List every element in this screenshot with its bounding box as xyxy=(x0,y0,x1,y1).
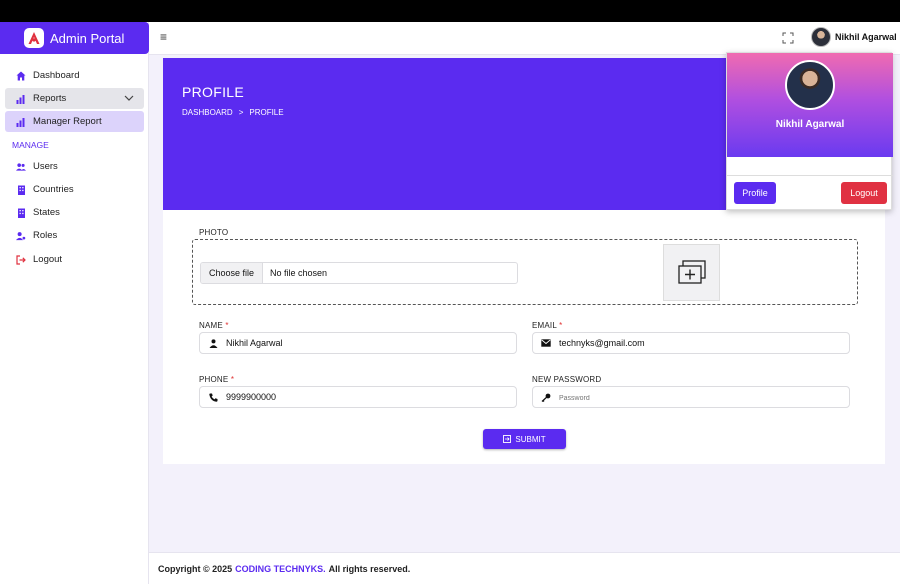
sidebar-item-label: Dashboard xyxy=(33,70,80,81)
sidebar-item-label: Countries xyxy=(33,184,74,195)
sidebar-item-users[interactable]: Users xyxy=(5,156,144,177)
breadcrumb-separator: > xyxy=(238,108,244,117)
photo-preview[interactable] xyxy=(663,244,720,301)
home-icon xyxy=(16,71,26,81)
bar-chart-icon xyxy=(16,117,26,127)
dropdown-header: Nikhil Agarwal xyxy=(727,53,893,157)
sidebar-item-label: States xyxy=(33,207,60,218)
photo-dropzone[interactable]: Choose file No file chosen xyxy=(192,239,858,305)
building-icon xyxy=(16,185,26,195)
submit-button[interactable]: SUBMIT xyxy=(483,429,566,449)
section-label-manage: MANAGE xyxy=(12,140,49,150)
sidebar-item-countries[interactable]: Countries xyxy=(5,179,144,200)
email-field[interactable]: technyks@gmail.com xyxy=(532,332,850,354)
header-username[interactable]: Nikhil Agarwal xyxy=(835,32,897,42)
new-password-label: NEW PASSWORD xyxy=(532,375,602,384)
photo-label: PHOTO xyxy=(199,228,229,237)
breadcrumb: DASHBOARD > PROFILE xyxy=(182,108,284,117)
key-icon xyxy=(533,393,559,402)
sidebar-item-label: Roles xyxy=(33,230,58,241)
sidebar-item-label: Manager Report xyxy=(33,116,102,127)
fullscreen-icon[interactable] xyxy=(782,31,794,44)
logout-button[interactable]: Logout xyxy=(841,182,887,204)
submit-label: SUBMIT xyxy=(515,434,546,444)
name-value: Nikhil Agarwal xyxy=(226,338,283,348)
user-icon xyxy=(200,338,226,348)
sidebar-item-roles[interactable]: Roles xyxy=(5,225,144,246)
password-input[interactable] xyxy=(559,395,849,402)
app-title: Admin Portal xyxy=(50,30,125,46)
name-label: NAME * xyxy=(199,321,229,330)
brand-header[interactable]: Admin Portal xyxy=(0,22,149,54)
save-icon xyxy=(503,435,512,443)
logo-icon xyxy=(24,28,44,48)
password-field[interactable] xyxy=(532,386,850,408)
page-title: PROFILE xyxy=(182,84,245,100)
dropdown-divider xyxy=(727,175,893,176)
breadcrumb-profile: PROFILE xyxy=(249,108,284,117)
top-bar: ≡ Nikhil Agarwal xyxy=(149,22,900,55)
name-field[interactable]: Nikhil Agarwal xyxy=(199,332,517,354)
bar-chart-icon xyxy=(16,94,26,104)
sidebar: Admin Portal Dashboard Reports Manager R… xyxy=(0,22,149,584)
top-black-band xyxy=(0,0,900,22)
envelope-icon xyxy=(533,339,559,347)
footer-brand-link[interactable]: CODING TECHNYKS. xyxy=(235,564,326,574)
file-status: No file chosen xyxy=(270,268,328,278)
email-value: technyks@gmail.com xyxy=(559,338,645,348)
sidebar-item-manager-report[interactable]: Manager Report xyxy=(5,111,144,132)
breadcrumb-dashboard[interactable]: DASHBOARD xyxy=(182,108,233,117)
email-label: EMAIL * xyxy=(532,321,563,330)
avatar[interactable] xyxy=(811,27,831,47)
sidebar-item-label: Reports xyxy=(33,93,67,104)
user-gear-icon xyxy=(16,231,26,241)
footer: Copyright © 2025 CODING TECHNYKS. All ri… xyxy=(149,552,900,584)
file-input[interactable]: Choose file No file chosen xyxy=(200,262,518,284)
phone-icon xyxy=(200,393,226,402)
dropdown-username: Nikhil Agarwal xyxy=(775,119,845,130)
menu-toggle-icon[interactable]: ≡ xyxy=(160,30,167,44)
sidebar-item-label: Users xyxy=(33,161,58,172)
footer-rights: All rights reserved. xyxy=(328,563,411,574)
sidebar-item-reports[interactable]: Reports xyxy=(5,88,144,109)
building-icon xyxy=(16,208,26,218)
sidebar-item-logout[interactable]: Logout xyxy=(5,249,144,270)
sidebar-item-dashboard[interactable]: Dashboard xyxy=(5,65,144,86)
user-dropdown: Nikhil Agarwal Profile Logout xyxy=(726,52,893,210)
sidebar-item-label: Logout xyxy=(33,254,63,265)
add-image-icon xyxy=(677,259,706,284)
users-icon xyxy=(16,162,26,172)
avatar xyxy=(785,60,835,110)
footer-copyright: Copyright © 2025 xyxy=(158,563,233,574)
phone-value: 9999900000 xyxy=(226,392,277,402)
choose-file-button[interactable]: Choose file xyxy=(201,263,263,283)
profile-button[interactable]: Profile xyxy=(734,182,776,204)
sidebar-item-states[interactable]: States xyxy=(5,202,144,223)
phone-label: PHONE * xyxy=(199,375,235,384)
logout-icon xyxy=(16,254,26,265)
chevron-down-icon xyxy=(124,93,134,106)
phone-field[interactable]: 9999900000 xyxy=(199,386,517,408)
